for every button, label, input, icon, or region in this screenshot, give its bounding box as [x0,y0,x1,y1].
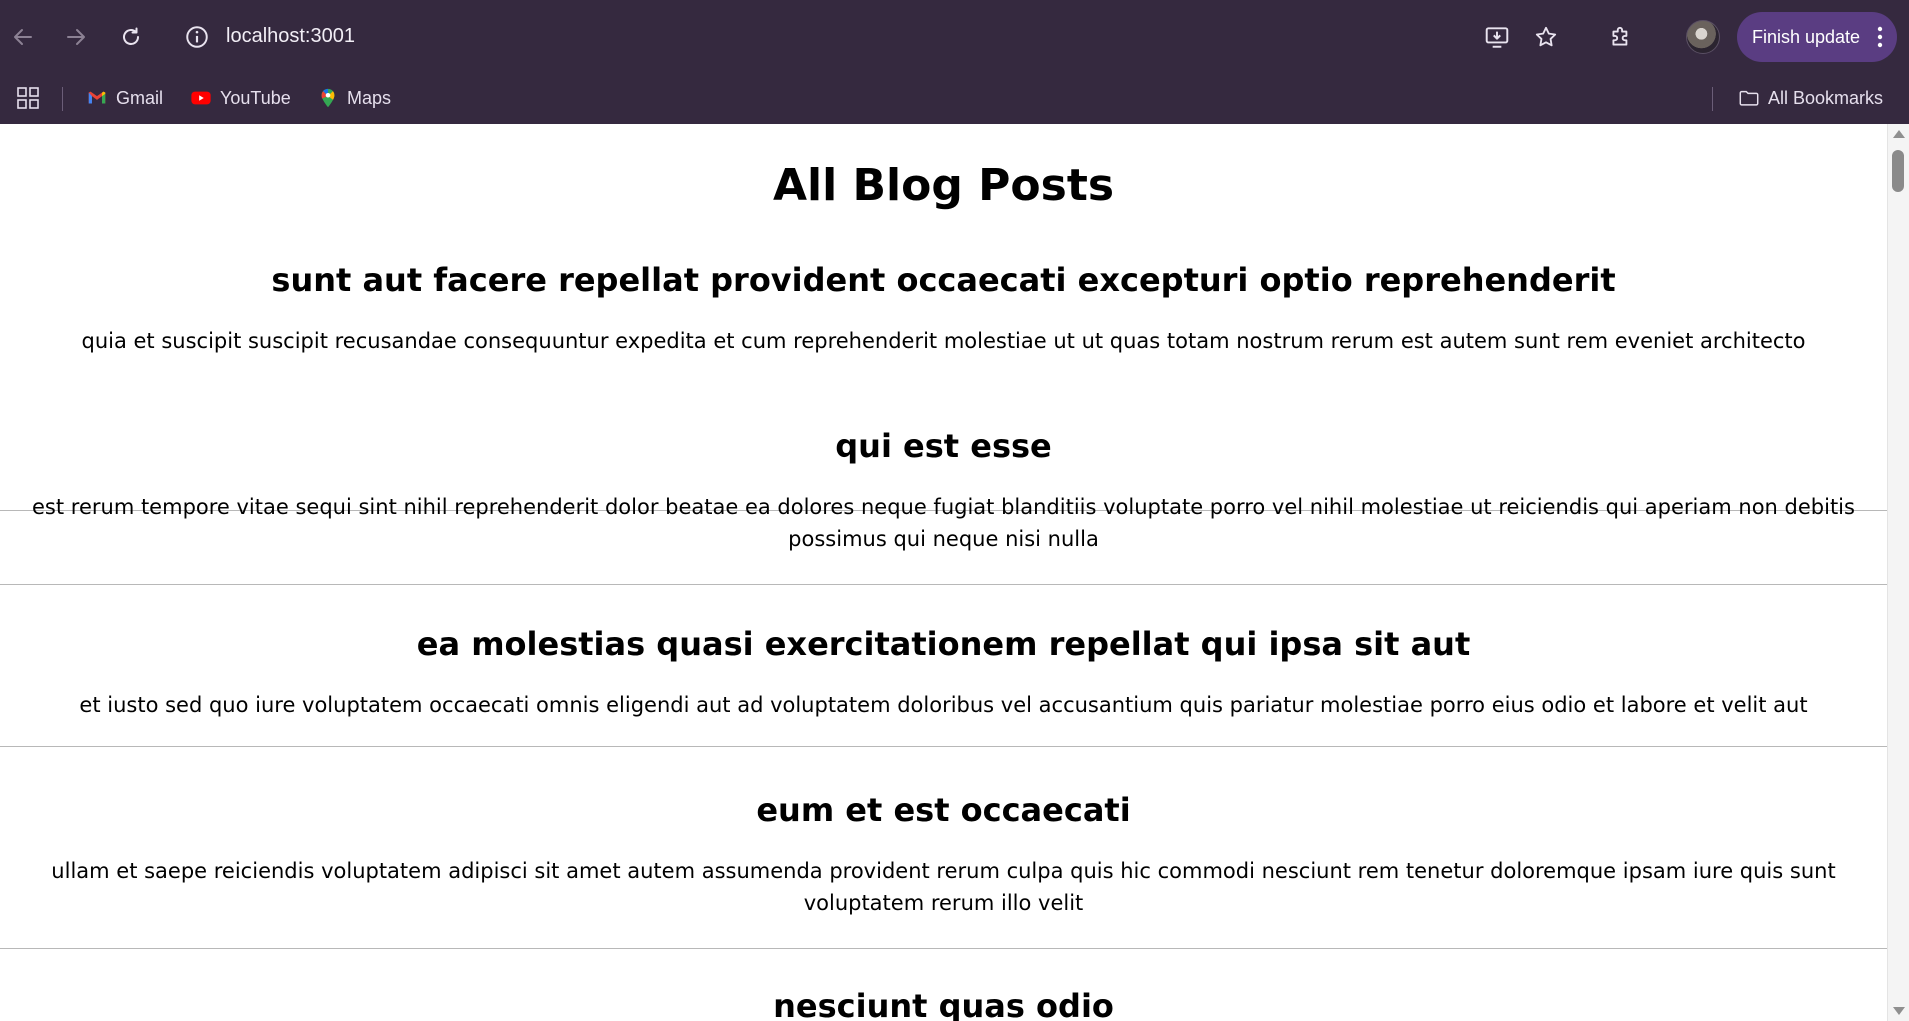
post-item: ea molestias quasi exercitationem repell… [0,622,1887,747]
folder-icon [1739,90,1759,106]
back-arrow-icon [14,29,32,45]
bookmark-label: YouTube [220,87,291,108]
post-body: quia et suscipit suscipit recusandae con… [81,329,1806,353]
post-item: qui est esse est rerum tempore vitae seq… [0,424,1887,585]
bookmarks-bar: Gmail YouTube Maps All Bookmarks [0,73,1909,124]
bookmark-label: Maps [347,87,392,108]
avatar[interactable] [1686,20,1720,54]
reload-button[interactable] [114,20,148,54]
browser-toolbar: localhost:3001 Finish update [0,0,1909,73]
bookmark-label: Gmail [116,87,164,108]
post-title: qui est esse [835,427,1052,465]
star-icon [1535,26,1557,47]
scroll-up-arrow-icon[interactable] [1893,130,1905,138]
bookmark-gmail[interactable]: Gmail [86,85,163,111]
install-app-icon [1485,27,1509,48]
back-button[interactable] [6,20,40,54]
kebab-menu-icon[interactable] [1877,26,1883,48]
post-title: ea molestias quasi exercitationem repell… [416,625,1471,663]
browser-chrome: localhost:3001 Finish update Gmail YouTu… [0,0,1909,124]
address-bar[interactable]: localhost:3001 [172,14,1462,60]
post-item: nesciunt quas odio [0,984,1887,1021]
forward-arrow-icon [67,29,85,45]
scrollbar-thumb[interactable] [1892,150,1904,192]
scroll-down-arrow-icon[interactable] [1893,1007,1905,1015]
page-title: All Blog Posts [772,160,1115,211]
post-body: ullam et saepe reiciendis voluptatem adi… [51,859,1836,915]
finish-update-button[interactable]: Finish update [1737,12,1897,62]
maps-icon [321,88,335,108]
gmail-icon [88,91,106,104]
post-title: sunt aut facere repellat provident occae… [271,261,1616,299]
bookmarks-divider [62,87,63,111]
extensions-button[interactable] [1604,20,1638,54]
reload-icon [123,27,139,45]
install-app-button[interactable] [1480,20,1514,54]
bookmark-maps[interactable]: Maps [317,85,391,111]
forward-button[interactable] [59,20,93,54]
apps-grid-icon[interactable] [17,87,39,109]
info-icon[interactable] [184,24,210,50]
url-text[interactable]: localhost:3001 [226,25,355,48]
bookmark-star-button[interactable] [1529,20,1563,54]
post-body: est rerum tempore vitae sequi sint nihil… [32,495,1855,551]
bookmark-youtube[interactable]: YouTube [190,85,291,111]
vertical-scrollbar[interactable] [1887,124,1909,1021]
post-item: eum et est occaecati ullam et saepe reic… [0,788,1887,949]
post-title: nesciunt quas odio [773,987,1114,1021]
youtube-icon [191,91,211,105]
post-body: et iusto sed quo iure voluptatem occaeca… [79,693,1808,717]
bookmarks-divider [1712,87,1713,111]
page-viewport: All Blog Posts sunt aut facere repellat … [0,124,1887,1021]
puzzle-icon [1612,26,1628,46]
post-title: eum et est occaecati [756,791,1131,829]
all-bookmarks-button[interactable]: All Bookmarks [1738,85,1883,111]
all-bookmarks-label: All Bookmarks [1768,87,1884,108]
finish-update-label: Finish update [1752,26,1861,47]
